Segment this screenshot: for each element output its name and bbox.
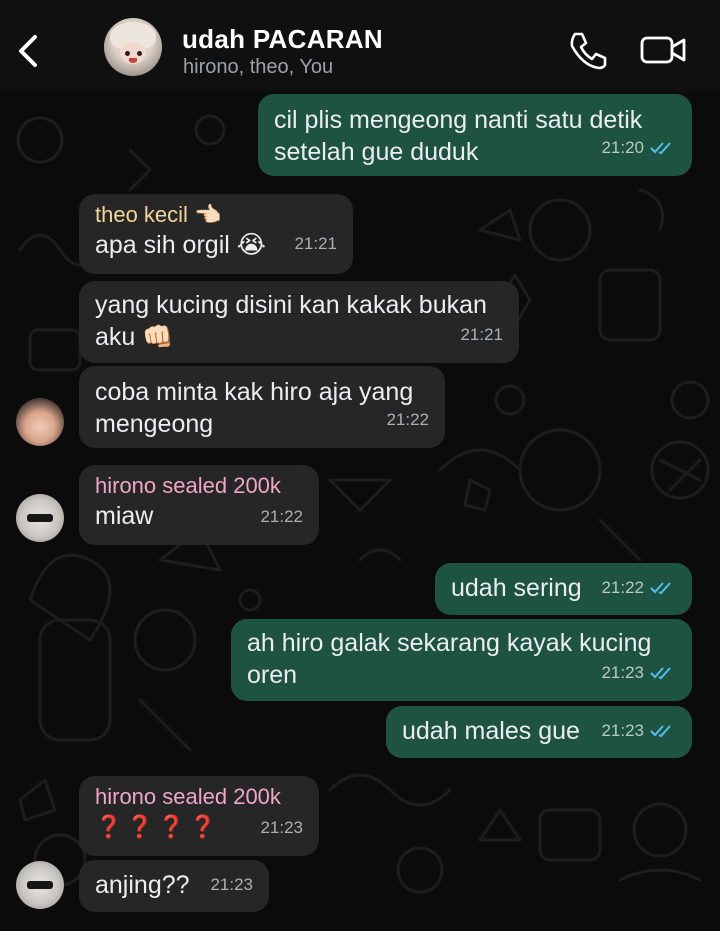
- message-bubble[interactable]: cil plis mengeong nanti satu detik setel…: [258, 94, 692, 176]
- read-ticks-icon: [650, 725, 671, 738]
- message-time: 21:23: [601, 721, 644, 740]
- message-time: 21:22: [386, 410, 429, 429]
- message-meta: 21:23: [260, 812, 303, 844]
- sender-name[interactable]: theo kecil 👈🏻: [95, 201, 337, 229]
- group-avatar[interactable]: [104, 18, 162, 76]
- message-bubble[interactable]: hirono sealed 200k ❓❓❓❓ 21:23: [79, 776, 319, 856]
- message-time: 21:21: [460, 325, 503, 344]
- message-meta: 21:22: [601, 572, 676, 604]
- message-bubble[interactable]: udah sering 21:22: [435, 563, 692, 615]
- avatar[interactable]: [16, 494, 64, 542]
- chat-title[interactable]: udah PACARAN: [182, 24, 383, 55]
- sender-name[interactable]: hirono sealed 200k: [95, 472, 303, 500]
- message-text: yang kucing disini kan kakak bukan: [95, 291, 487, 319]
- avatar[interactable]: [16, 861, 64, 909]
- sender-name[interactable]: hirono sealed 200k: [95, 783, 303, 811]
- message-time: 21:23: [260, 818, 303, 837]
- message-text: aku 👊🏻: [95, 323, 174, 351]
- message-list[interactable]: cil plis mengeong nanti satu detik setel…: [0, 92, 720, 931]
- video-camera-icon[interactable]: [636, 30, 692, 70]
- message-bubble[interactable]: ah hiro galak sekarang kayak kucing oren…: [231, 619, 692, 701]
- phone-icon[interactable]: [565, 30, 609, 70]
- message-meta: 21:22: [386, 404, 429, 436]
- message-bubble[interactable]: coba minta kak hiro aja yang mengeong 21…: [79, 366, 445, 448]
- message-bubble[interactable]: udah males gue 21:23: [386, 706, 692, 758]
- message-meta: 21:21: [460, 319, 503, 351]
- read-ticks-icon: [650, 582, 671, 595]
- message-meta: 21:20: [601, 132, 676, 164]
- message-meta: 21:23: [601, 715, 676, 747]
- message-time: 21:23: [210, 875, 253, 894]
- message-time: 21:22: [260, 507, 303, 526]
- message-meta: 21:21: [294, 228, 337, 260]
- message-bubble[interactable]: yang kucing disini kan kakak bukan aku 👊…: [79, 281, 519, 363]
- avatar[interactable]: [16, 398, 64, 446]
- chevron-left-icon[interactable]: [8, 30, 48, 72]
- message-time: 21:22: [601, 578, 644, 597]
- message-text: mengeong: [95, 410, 214, 438]
- message-text: ah hiro galak sekarang kayak kucing: [247, 629, 652, 657]
- message-time: 21:23: [601, 663, 644, 682]
- message-bubble[interactable]: theo kecil 👈🏻 apa sih orgil 😭 21:21: [79, 194, 353, 274]
- message-bubble[interactable]: hirono sealed 200k miaw 21:22: [79, 465, 319, 545]
- message-time: 21:21: [294, 234, 337, 253]
- message-meta: 21:22: [260, 501, 303, 533]
- chat-members[interactable]: hirono, theo, You: [183, 56, 333, 79]
- chat-header: udah PACARAN hirono, theo, You: [0, 0, 720, 92]
- read-ticks-icon: [650, 142, 671, 155]
- message-meta: 21:23: [601, 657, 676, 689]
- message-bubble[interactable]: anjing?? 21:23: [79, 860, 269, 912]
- message-time: 21:20: [601, 138, 644, 157]
- read-ticks-icon: [650, 667, 671, 680]
- message-meta: 21:23: [210, 869, 253, 901]
- message-text: coba minta kak hiro aja yang: [95, 378, 414, 406]
